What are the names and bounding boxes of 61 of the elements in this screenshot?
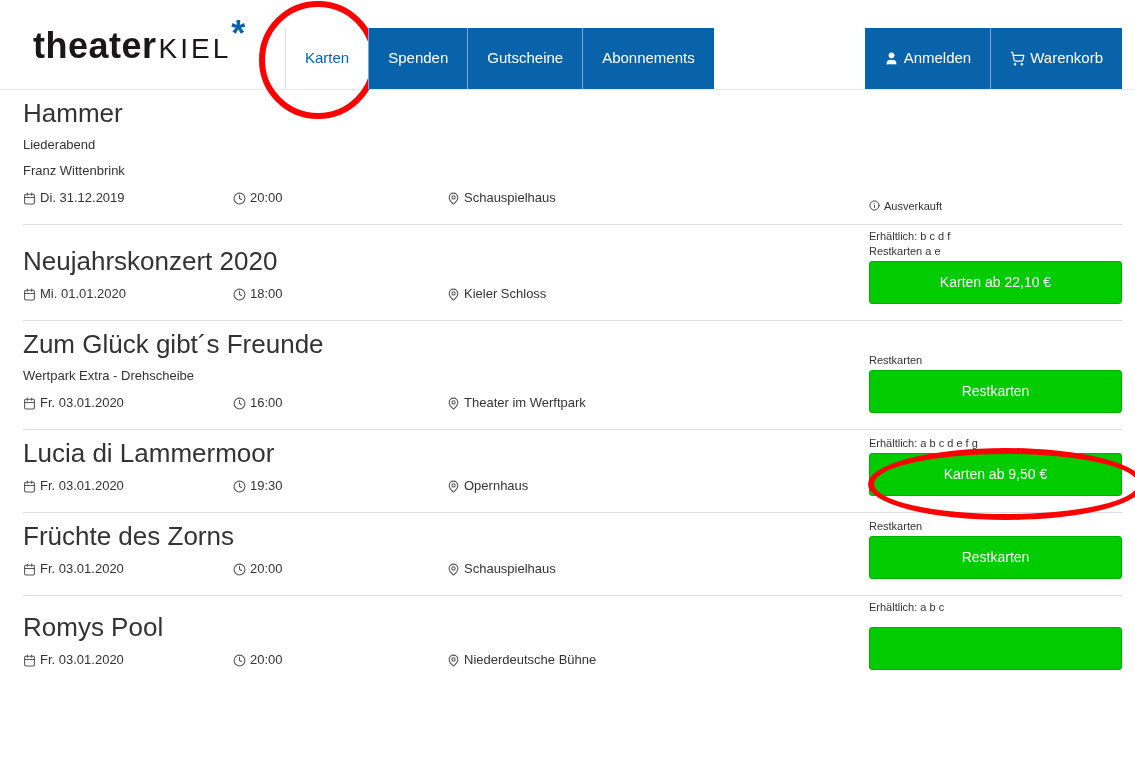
account-button[interactable]: Warenkorb — [990, 28, 1122, 89]
clock-icon — [233, 562, 246, 576]
event-title[interactable]: Früchte des Zorns — [23, 517, 853, 555]
clock-icon — [233, 287, 246, 301]
event-date: Di. 31.12.2019 — [40, 189, 125, 207]
calendar-icon — [23, 562, 36, 576]
clock-icon — [233, 191, 246, 205]
location-pin-icon — [447, 479, 460, 493]
event-venue: Niederdeutsche Bühne — [464, 651, 597, 669]
info-icon — [869, 200, 880, 212]
location-pin-icon — [447, 562, 460, 576]
location-pin-icon — [447, 191, 460, 205]
event-venue: Schauspielhaus — [464, 189, 556, 207]
calendar-icon — [23, 287, 36, 301]
event-subtitle: Liederabend — [23, 136, 97, 154]
clock-icon — [233, 396, 246, 410]
location-pin-icon — [447, 653, 460, 667]
event-time: 18:00 — [250, 285, 283, 303]
location-pin-icon — [447, 396, 460, 410]
availability-text: Restkarten — [869, 353, 924, 368]
event-date: Fr. 03.01.2020 — [40, 651, 124, 669]
event-date: Fr. 03.01.2020 — [40, 394, 124, 412]
event-venue: Kieler Schloss — [464, 285, 547, 303]
account-button[interactable]: Anmelden — [864, 28, 991, 89]
availability-text: Restkarten a e — [869, 244, 942, 259]
event-date: Fr. 03.01.2020 — [40, 477, 124, 495]
calendar-icon — [23, 653, 36, 667]
event-subtitle: Wertpark Extra - Drehscheibe — [23, 367, 195, 385]
user-icon — [883, 51, 899, 66]
availability-text: Restkarten — [869, 519, 924, 534]
calendar-icon — [23, 191, 36, 205]
event-time: 20:00 — [250, 560, 283, 578]
availability-text: Erhältlich: a b c — [869, 600, 946, 615]
nav-tab[interactable]: Abonnements — [582, 28, 714, 89]
cart-icon — [1010, 51, 1026, 66]
event-venue: Opernhaus — [464, 477, 529, 495]
calendar-icon — [23, 396, 36, 410]
ticket-button[interactable] — [869, 627, 1122, 670]
event-time: 20:00 — [250, 651, 283, 669]
status-text: Ausverkauft — [884, 198, 943, 214]
event-title[interactable]: Hammer — [23, 94, 853, 132]
nav-tab[interactable]: Spenden — [368, 28, 468, 89]
event-title[interactable]: Romys Pool — [23, 608, 853, 646]
event-title[interactable]: Lucia di Lammermoor — [23, 434, 853, 472]
clock-icon — [233, 653, 246, 667]
event-title[interactable]: Zum Glück gibt´s Freunde — [23, 325, 853, 363]
availability-text: Erhältlich: b c d f — [869, 229, 952, 244]
event-venue: Theater im Werftpark — [464, 394, 586, 412]
clock-icon — [233, 479, 246, 493]
event-time: 20:00 — [250, 189, 283, 207]
calendar-icon — [23, 479, 36, 493]
location-pin-icon — [447, 287, 460, 301]
availability-text: Erhältlich: a b c d e f g — [869, 436, 979, 451]
event-date: Mi. 01.01.2020 — [40, 285, 126, 303]
nav-tab[interactable]: Gutscheine — [467, 28, 583, 89]
event-venue: Schauspielhaus — [464, 560, 556, 578]
event-date: Fr. 03.01.2020 — [40, 560, 124, 578]
event-time: 19:30 — [250, 477, 283, 495]
event-time: 16:00 — [250, 394, 283, 412]
event-subtitle: Franz Wittenbrink — [23, 162, 126, 180]
event-title[interactable]: Neujahrskonzert 2020 — [23, 242, 853, 280]
